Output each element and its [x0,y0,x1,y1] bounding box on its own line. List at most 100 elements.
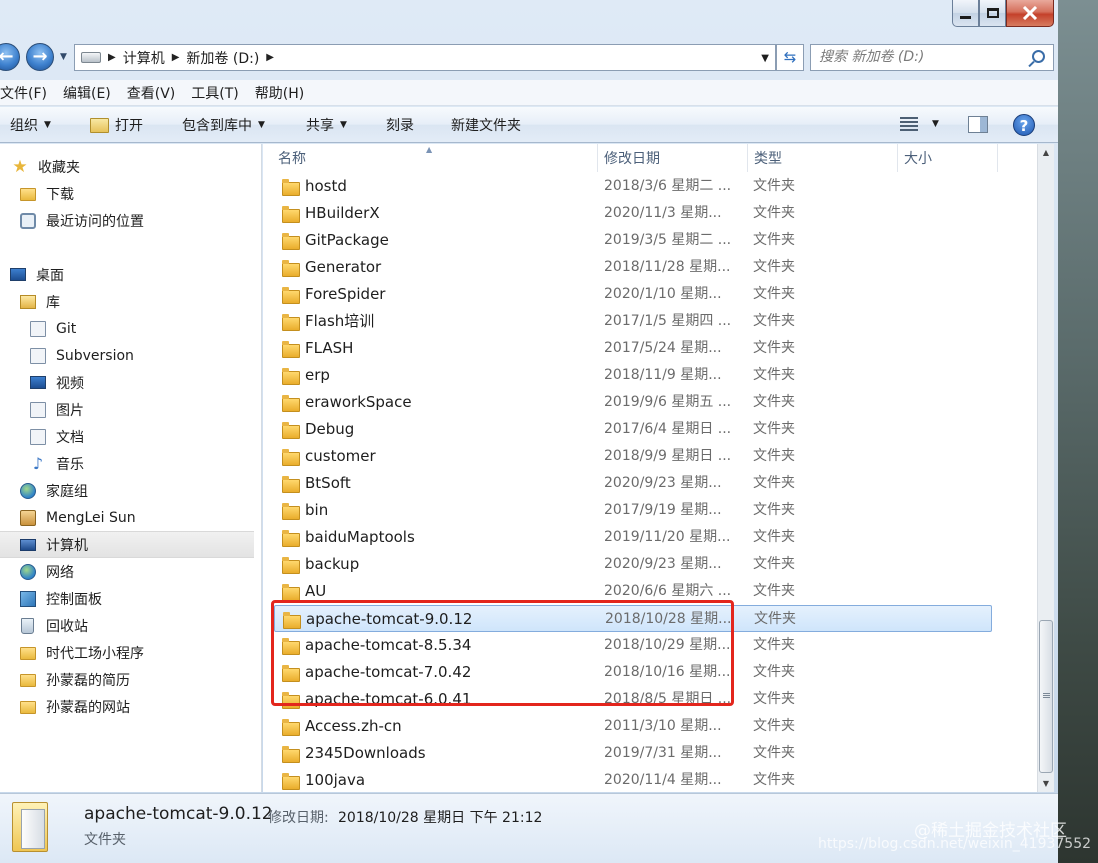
column-header-name[interactable]: 名称 [272,144,598,172]
maximize-button[interactable] [979,0,1006,27]
file-name: eraworkSpace [305,393,412,411]
recent-pages-dropdown[interactable]: ▼ [60,52,67,62]
column-header-date[interactable]: 修改日期 [598,144,748,172]
nav-documents[interactable]: 文档 [0,423,254,450]
scroll-down-icon[interactable]: ▼ [1038,775,1054,792]
file-row[interactable]: 100java 2020/11/4 星期... 文件夹 [274,767,992,792]
file-row[interactable]: backup 2020/9/23 星期... 文件夹 [274,551,992,578]
folder-icon [282,422,300,439]
search-input[interactable] [819,45,1019,69]
scrollbar-thumb[interactable] [1039,620,1053,773]
file-row[interactable]: GitPackage 2019/3/5 星期二 ... 文件夹 [274,227,992,254]
file-row[interactable]: BtSoft 2020/9/23 星期... 文件夹 [274,470,992,497]
file-row[interactable]: customer 2018/9/9 星期日 ... 文件夹 [274,443,992,470]
file-row[interactable]: hostd 2018/3/6 星期二 ... 文件夹 [274,173,992,200]
file-row[interactable]: erp 2018/11/9 星期... 文件夹 [274,362,992,389]
nav-recycle-bin[interactable]: 回收站 [0,612,254,639]
breadcrumb-computer[interactable]: 计算机 [123,48,165,68]
file-row[interactable]: 2345Downloads 2019/7/31 星期... 文件夹 [274,740,992,767]
file-date: 2019/9/6 星期五 ... [604,394,732,410]
file-row[interactable]: bin 2017/9/19 星期... 文件夹 [274,497,992,524]
navigation-pane: ★ 收藏夹 下载 最近访问的位置 桌面 库 Git Subversion 视频 图… [0,144,262,792]
nav-git[interactable]: Git [0,315,254,342]
file-date: 2017/5/24 星期... [604,340,722,356]
nav-folder-resume[interactable]: 孙蒙磊的简历 [0,666,254,693]
menu-tools[interactable]: 工具(T) [183,83,246,103]
menu-view[interactable]: 查看(V) [119,83,184,103]
change-view-icon[interactable] [900,117,918,131]
search-icon[interactable] [1032,50,1045,63]
file-name: HBuilderX [305,204,380,222]
column-header-size[interactable]: 大小 [898,144,998,172]
nav-network[interactable]: 网络 [0,558,254,585]
nav-desktop[interactable]: 桌面 [0,261,254,288]
breadcrumb-chevron-icon[interactable]: ▶ [108,52,116,63]
open-button[interactable]: 打开 [90,107,143,143]
nav-music[interactable]: ♪ 音乐 [0,450,254,477]
music-icon: ♪ [32,453,44,473]
menu-edit[interactable]: 编辑(E) [55,83,119,103]
organize-button[interactable]: 组织 ▼ [10,107,51,143]
help-icon[interactable]: ? [1013,114,1035,136]
nav-pictures[interactable]: 图片 [0,396,254,423]
nav-label: 家庭组 [46,483,88,500]
address-bar[interactable]: ▶ 计算机 ▶ 新加卷 (D:) ▶ ▼ [74,44,776,71]
file-name: 100java [305,771,366,789]
preview-pane-icon[interactable] [968,116,988,133]
file-type: 文件夹 [753,772,795,788]
forward-button[interactable]: → [26,43,54,71]
folder-icon [282,260,300,277]
close-button[interactable] [1006,0,1054,27]
vertical-scrollbar[interactable]: ▲ ▼ [1037,144,1054,792]
search-box[interactable] [810,44,1054,71]
share-button[interactable]: 共享 ▼ [306,107,347,143]
file-row[interactable]: FLASH 2017/5/24 星期... 文件夹 [274,335,992,362]
address-history-dropdown[interactable]: ▼ [761,53,769,64]
minimize-button[interactable] [952,0,979,27]
file-row[interactable]: Access.zh-cn 2011/3/10 星期... 文件夹 [274,713,992,740]
include-in-library-button[interactable]: 包含到库中 ▼ [182,107,265,143]
file-row[interactable]: Debug 2017/6/4 星期日 ... 文件夹 [274,416,992,443]
breadcrumb-chevron-icon[interactable]: ▶ [266,52,274,63]
file-row[interactable]: Flash培训 2017/1/5 星期四 ... 文件夹 [274,308,992,335]
burn-button[interactable]: 刻录 [386,107,414,143]
nav-videos[interactable]: 视频 [0,369,254,396]
file-row[interactable]: HBuilderX 2020/11/3 星期... 文件夹 [274,200,992,227]
nav-computer[interactable]: 计算机 [0,531,254,558]
breadcrumb-drive[interactable]: 新加卷 (D:) [186,48,259,68]
nav-homegroup[interactable]: 家庭组 [0,477,254,504]
minimize-icon [960,15,971,19]
file-row[interactable]: baiduMaptools 2019/11/20 星期... 文件夹 [274,524,992,551]
file-type: 文件夹 [753,394,795,410]
caption-buttons [952,0,1054,28]
new-folder-button[interactable]: 新建文件夹 [451,107,521,143]
nav-subversion[interactable]: Subversion [0,342,254,369]
menu-help[interactable]: 帮助(H) [247,83,312,103]
file-row[interactable]: Generator 2018/11/28 星期... 文件夹 [274,254,992,281]
back-button[interactable]: ← [0,43,20,71]
nav-downloads[interactable]: 下载 [0,180,254,207]
nav-control-panel[interactable]: 控制面板 [0,585,254,612]
breadcrumb-chevron-icon[interactable]: ▶ [172,52,180,63]
menu-file[interactable]: 文件(F) [0,83,55,103]
scroll-up-icon[interactable]: ▲ [1038,144,1054,161]
file-date: 2020/1/10 星期... [604,286,722,302]
nav-recent-places[interactable]: 最近访问的位置 [0,207,254,234]
nav-user[interactable]: MengLei Sun [0,504,254,531]
column-header-type[interactable]: 类型 [748,144,898,172]
star-icon: ★ [12,156,28,177]
nav-libraries[interactable]: 库 [0,288,254,315]
folder-icon [282,449,300,466]
file-type: 文件夹 [753,691,795,707]
file-name: 2345Downloads [305,744,426,762]
file-row[interactable]: ForeSpider 2020/1/10 星期... 文件夹 [274,281,992,308]
library-icon [20,294,36,309]
file-row[interactable]: eraworkSpace 2019/9/6 星期五 ... 文件夹 [274,389,992,416]
view-options-dropdown[interactable]: ▼ [932,119,939,129]
refresh-button[interactable]: ⇆ [776,44,804,71]
nav-folder-miniprogram[interactable]: 时代工场小程序 [0,639,254,666]
open-folder-icon [90,117,109,133]
nav-favorites[interactable]: ★ 收藏夹 [0,153,254,180]
nav-folder-website[interactable]: 孙蒙磊的网站 [0,693,254,720]
details-name: apache-tomcat-9.0.12 [84,804,273,824]
